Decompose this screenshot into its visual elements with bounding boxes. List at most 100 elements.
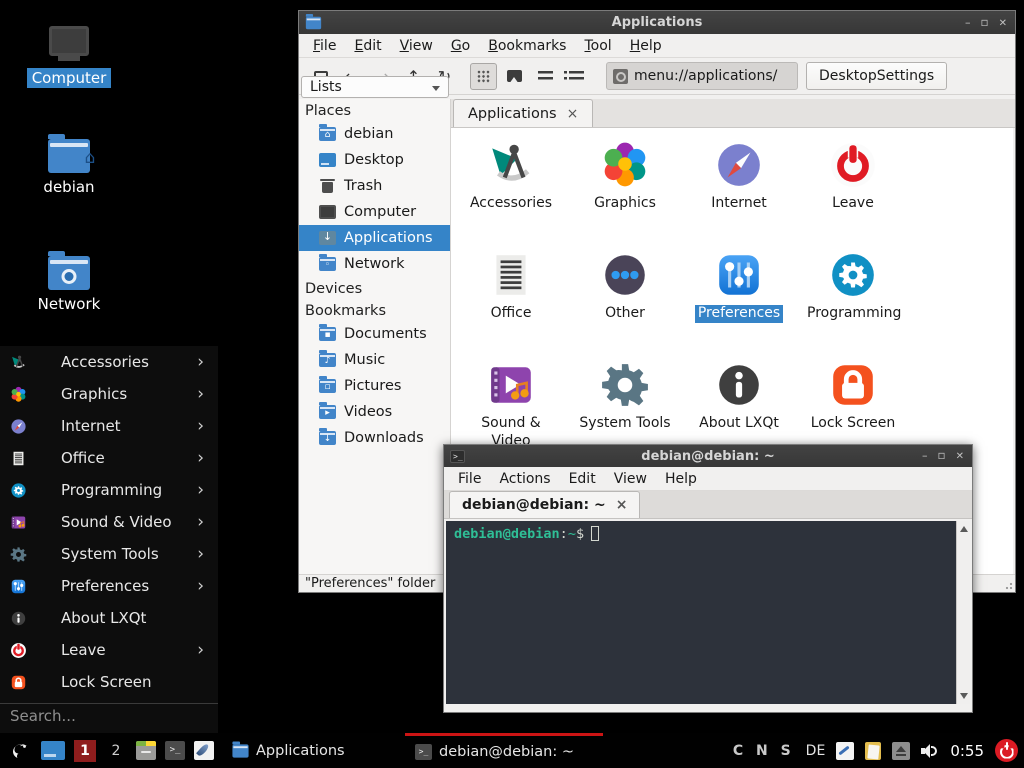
- task-applications[interactable]: Applications: [222, 733, 382, 768]
- desktop-icon-computer[interactable]: Computer: [14, 24, 124, 88]
- menu-file[interactable]: File: [305, 36, 344, 56]
- terminal-output[interactable]: debian@debian:~$: [446, 521, 970, 704]
- folder-other[interactable]: Other: [568, 244, 682, 354]
- folder-preferences[interactable]: Preferences: [682, 244, 796, 354]
- sidebar-item-pictures[interactable]: ▫ Pictures: [299, 373, 450, 399]
- menu-bookmarks[interactable]: Bookmarks: [480, 36, 574, 56]
- resize-grip[interactable]: [1003, 580, 1013, 590]
- scroll-down-icon[interactable]: [960, 693, 968, 699]
- detailed-view-button[interactable]: [563, 63, 590, 90]
- menu-item-programming[interactable]: Programming: [0, 474, 218, 506]
- sidebar-item-trash[interactable]: Trash: [299, 173, 450, 199]
- menu-search-input[interactable]: [10, 707, 208, 725]
- accessories-icon: [10, 354, 27, 371]
- clipboard-tray-icon[interactable]: [865, 742, 881, 760]
- compact-view-icon: [538, 71, 553, 82]
- file-manager-launcher-icon[interactable]: [136, 741, 156, 760]
- system-tools-icon: [10, 546, 27, 563]
- menu-item-graphics[interactable]: Graphics: [0, 378, 218, 410]
- text-editor-launcher-icon[interactable]: [194, 741, 214, 760]
- menu-item-office[interactable]: Office: [0, 442, 218, 474]
- menu-view[interactable]: View: [606, 469, 655, 489]
- address-bar[interactable]: menu://applications/: [606, 62, 798, 90]
- folder-programming[interactable]: Programming: [796, 244, 910, 354]
- close-icon[interactable]: [999, 17, 1007, 29]
- other-icon: [600, 250, 650, 300]
- sidebar-item-applications[interactable]: ↓ Applications: [299, 225, 450, 251]
- folder-accessories[interactable]: Accessories: [454, 134, 568, 244]
- menu-help[interactable]: Help: [622, 36, 670, 56]
- file-manager-tabbar: Applications: [451, 99, 1015, 128]
- power-button[interactable]: [995, 739, 1018, 762]
- desktop-settings-button[interactable]: DesktopSettings: [806, 62, 947, 90]
- menu-view[interactable]: View: [392, 36, 441, 56]
- folder-office[interactable]: Office: [454, 244, 568, 354]
- sidebar-item-documents[interactable]: ▪ Documents: [299, 321, 450, 347]
- eject-tray-icon[interactable]: [892, 742, 910, 760]
- terminal-scrollbar[interactable]: [956, 521, 970, 704]
- menu-item-preferences[interactable]: Preferences: [0, 570, 218, 602]
- menu-item-sound-video[interactable]: Sound & Video: [0, 506, 218, 538]
- menu-go[interactable]: Go: [443, 36, 478, 56]
- sidebar-item-debian[interactable]: ⌂ debian: [299, 121, 450, 147]
- workspace-2-button[interactable]: 2: [105, 740, 127, 762]
- menu-tool[interactable]: Tool: [576, 36, 619, 56]
- sidebar-item-desktop[interactable]: Desktop: [299, 147, 450, 173]
- terminal-launcher-icon[interactable]: >_: [165, 741, 185, 760]
- icon-view-button[interactable]: [470, 63, 497, 90]
- desktop-icon-debian[interactable]: ⌂ debian: [14, 139, 124, 197]
- preferences-icon: [714, 250, 764, 300]
- sidebar-item-downloads[interactable]: ↓ Downloads: [299, 425, 450, 451]
- leave-icon: [828, 140, 878, 190]
- menu-item-system-tools[interactable]: System Tools: [0, 538, 218, 570]
- detailed-view-icon: [569, 71, 584, 82]
- terminal-tab[interactable]: debian@debian: ~: [449, 491, 640, 518]
- folder-graphics[interactable]: Graphics: [568, 134, 682, 244]
- file-manager-titlebar[interactable]: Applications: [299, 11, 1015, 34]
- menu-help[interactable]: Help: [657, 469, 705, 489]
- menu-item-about-lxqt[interactable]: About LXQt: [0, 602, 218, 634]
- sidebar-item-music[interactable]: ♪ Music: [299, 347, 450, 373]
- start-menu-icon[interactable]: [8, 739, 32, 763]
- sidebar-mode-select[interactable]: Lists: [301, 76, 449, 98]
- minimize-icon[interactable]: [922, 450, 928, 462]
- menu-file[interactable]: File: [450, 469, 489, 489]
- menu-item-internet[interactable]: Internet: [0, 410, 218, 442]
- menu-item-accessories[interactable]: Accessories: [0, 346, 218, 378]
- tab-applications[interactable]: Applications: [453, 99, 593, 127]
- desktop-icon-network[interactable]: Network: [14, 256, 124, 314]
- maximize-icon[interactable]: [937, 450, 945, 462]
- window-title: debian@debian: ~: [444, 449, 972, 464]
- show-desktop-button[interactable]: [41, 741, 65, 760]
- workspace-1-button[interactable]: 1: [74, 740, 96, 762]
- keyboard-indicator[interactable]: C N S: [733, 743, 795, 759]
- tab-close-icon[interactable]: [616, 497, 628, 513]
- terminal-titlebar[interactable]: >_ debian@debian: ~: [444, 445, 972, 467]
- window-title: Applications: [299, 15, 1015, 30]
- volume-icon[interactable]: [921, 743, 939, 759]
- sidebar-item-videos[interactable]: ▸ Videos: [299, 399, 450, 425]
- compact-view-button[interactable]: [532, 63, 559, 90]
- task-terminal[interactable]: >_ debian@debian: ~: [405, 733, 603, 768]
- prompt-user-host: debian@debian: [454, 526, 560, 542]
- maximize-icon[interactable]: [980, 17, 988, 29]
- menu-item-leave[interactable]: Leave: [0, 634, 218, 666]
- menu-edit[interactable]: Edit: [561, 469, 604, 489]
- minimize-icon[interactable]: [965, 17, 971, 29]
- screenshot-tray-icon[interactable]: [836, 742, 854, 760]
- thumbnail-view-button[interactable]: [501, 63, 528, 90]
- keyboard-layout[interactable]: DE: [806, 743, 826, 759]
- menu-item-lock-screen[interactable]: Lock Screen: [0, 666, 218, 698]
- desktop-icon-label: Network: [33, 294, 106, 314]
- scroll-up-icon[interactable]: [960, 526, 968, 532]
- folder-internet[interactable]: Internet: [682, 134, 796, 244]
- menu-actions[interactable]: Actions: [491, 469, 558, 489]
- tab-close-icon[interactable]: [567, 106, 579, 122]
- close-icon[interactable]: [956, 450, 964, 462]
- desktop-icon-label: debian: [38, 177, 99, 197]
- sidebar-item-network[interactable]: ◦ Network: [299, 251, 450, 277]
- folder-leave[interactable]: Leave: [796, 134, 910, 244]
- sidebar-item-computer[interactable]: Computer: [299, 199, 450, 225]
- menu-edit[interactable]: Edit: [346, 36, 389, 56]
- clock[interactable]: 0:55: [950, 742, 984, 760]
